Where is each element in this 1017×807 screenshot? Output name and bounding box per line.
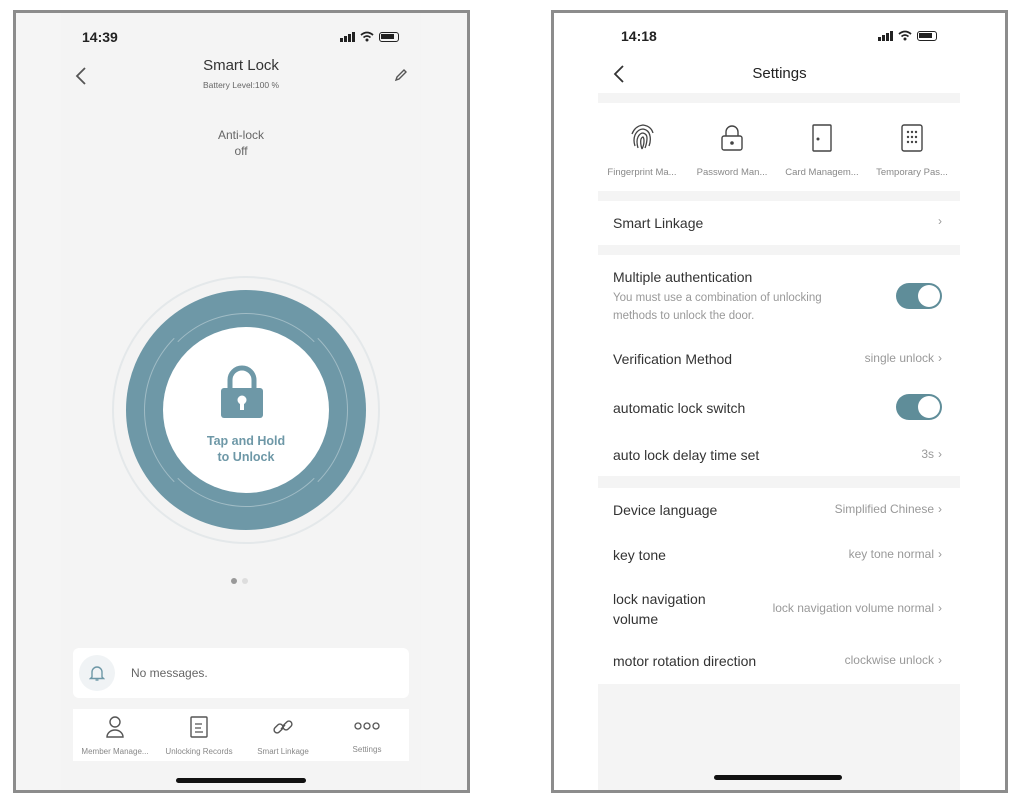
door-icon xyxy=(812,124,832,152)
row-description: You must use a combination of unlocking xyxy=(613,292,822,304)
divider xyxy=(598,476,960,488)
function-label: Fingerprint Ma... xyxy=(607,167,677,178)
device-language-row[interactable]: Device language Simplified Chinese › xyxy=(598,492,960,528)
person-icon xyxy=(106,716,124,738)
keypad-icon xyxy=(901,124,923,152)
chevron-right-icon: › xyxy=(938,214,942,228)
multiple-authentication-toggle[interactable] xyxy=(896,283,942,309)
password-management[interactable]: Password Man... xyxy=(687,124,777,178)
divider xyxy=(598,245,960,255)
language-value: Simplified Chinese xyxy=(834,502,934,516)
chevron-right-icon: › xyxy=(938,601,942,615)
nav-smart-linkage[interactable]: Smart Linkage xyxy=(241,709,325,756)
page-title: Smart Lock xyxy=(203,57,279,74)
row-value: single unlock › xyxy=(865,351,942,365)
row-label: Smart Linkage xyxy=(613,215,704,231)
smart-lock-screen: 14:39 Smart Lock Battery Level:100 % Ant… xyxy=(13,10,470,793)
verification-method-row[interactable]: Verification Method single unlock › xyxy=(598,340,960,376)
chevron-right-icon: › xyxy=(938,547,942,561)
motor-rotation-row[interactable]: motor rotation direction clockwise unloc… xyxy=(598,642,960,678)
bottom-nav: Member Manage... Unlocking Records Smart… xyxy=(73,709,409,761)
link-icon xyxy=(273,720,293,734)
function-label: Temporary Pas... xyxy=(876,167,948,178)
status-time: 14:39 xyxy=(82,29,118,45)
unlock-hint-line1: Tap and Hold xyxy=(206,434,286,448)
home-indicator xyxy=(714,775,842,780)
signal-icon xyxy=(878,30,893,41)
padlock-icon xyxy=(721,125,743,151)
battery-icon xyxy=(917,30,937,41)
anti-lock-label: Anti-lock xyxy=(217,128,264,142)
wifi-icon xyxy=(898,30,912,41)
unlock-hint-line2: to Unlock xyxy=(217,450,275,464)
smart-linkage-row[interactable]: Smart Linkage › xyxy=(598,203,960,243)
automatic-lock-toggle[interactable] xyxy=(896,394,942,420)
divider xyxy=(598,93,960,103)
chevron-right-icon: › xyxy=(938,351,942,365)
card-management[interactable]: Card Managem... xyxy=(777,124,867,178)
motor-value: clockwise unlock xyxy=(844,653,934,667)
automatic-lock-row: automatic lock switch xyxy=(598,390,960,426)
row-label: key tone xyxy=(613,547,666,563)
nav-member-management[interactable]: Member Manage... xyxy=(73,709,157,756)
function-label: Card Managem... xyxy=(785,167,859,178)
chevron-right-icon: › xyxy=(938,447,942,461)
page-title: Settings xyxy=(752,65,807,82)
row-label: automatic lock switch xyxy=(613,400,746,416)
row-label: Verification Method xyxy=(613,351,733,367)
no-messages-text: No messages. xyxy=(131,666,208,680)
nav-label: Member Manage... xyxy=(81,747,149,756)
nav-label: Smart Linkage xyxy=(257,747,309,756)
row-label: Device language xyxy=(613,502,718,518)
chevron-right-icon: › xyxy=(938,653,942,667)
verification-value: single unlock xyxy=(864,351,934,365)
nav-settings[interactable]: Settings xyxy=(325,709,409,754)
anti-lock-value: off xyxy=(234,144,248,158)
bell-icon xyxy=(79,655,115,691)
lock-navigation-volume-row[interactable]: lock navigation volume lock navigation v… xyxy=(598,582,960,632)
page-indicator xyxy=(231,578,248,584)
multiple-authentication-row: Multiple authentication You must use a c… xyxy=(598,258,960,330)
fingerprint-management[interactable]: Fingerprint Ma... xyxy=(597,124,687,178)
message-bar[interactable]: No messages. xyxy=(73,648,409,698)
row-label: volume xyxy=(613,611,659,627)
row-value: 3s › xyxy=(921,447,942,461)
status-time: 14:18 xyxy=(621,28,657,44)
row-label: motor rotation direction xyxy=(613,653,757,669)
nav-label: Unlocking Records xyxy=(165,747,233,756)
auto-lock-delay-row[interactable]: auto lock delay time set 3s › xyxy=(598,436,960,472)
row-label: auto lock delay time set xyxy=(613,447,760,463)
key-tone-row[interactable]: key tone key tone normal › xyxy=(598,536,960,572)
edit-icon[interactable] xyxy=(394,68,408,82)
battery-level: Battery Level:100 % xyxy=(202,80,280,90)
fingerprint-icon xyxy=(631,124,654,150)
row-value: key tone normal › xyxy=(849,547,942,561)
padlock-icon xyxy=(221,365,263,418)
row-description: methods to unlock the door. xyxy=(613,310,755,322)
battery-icon xyxy=(379,31,399,42)
status-icons xyxy=(340,31,399,42)
lock-nav-value: lock navigation volume normal xyxy=(772,601,934,615)
status-icons xyxy=(878,30,937,41)
more-icon xyxy=(354,722,380,730)
signal-icon xyxy=(340,31,355,42)
row-value: clockwise unlock › xyxy=(845,653,942,667)
row-label: Multiple authentication xyxy=(613,269,753,285)
function-label: Password Man... xyxy=(696,167,768,178)
document-icon xyxy=(190,716,208,738)
key-tone-value: key tone normal xyxy=(848,547,934,561)
nav-label: Settings xyxy=(352,745,382,754)
divider xyxy=(598,191,960,201)
chevron-right-icon: › xyxy=(938,502,942,516)
delay-value: 3s xyxy=(921,447,934,461)
row-label: lock navigation xyxy=(613,591,706,607)
row-value: Simplified Chinese › xyxy=(835,502,942,516)
nav-unlocking-records[interactable]: Unlocking Records xyxy=(157,709,241,756)
temporary-password[interactable]: Temporary Pas... xyxy=(867,124,957,178)
home-indicator xyxy=(176,778,306,783)
row-value: lock navigation volume normal › xyxy=(773,601,942,615)
wifi-icon xyxy=(360,31,374,42)
